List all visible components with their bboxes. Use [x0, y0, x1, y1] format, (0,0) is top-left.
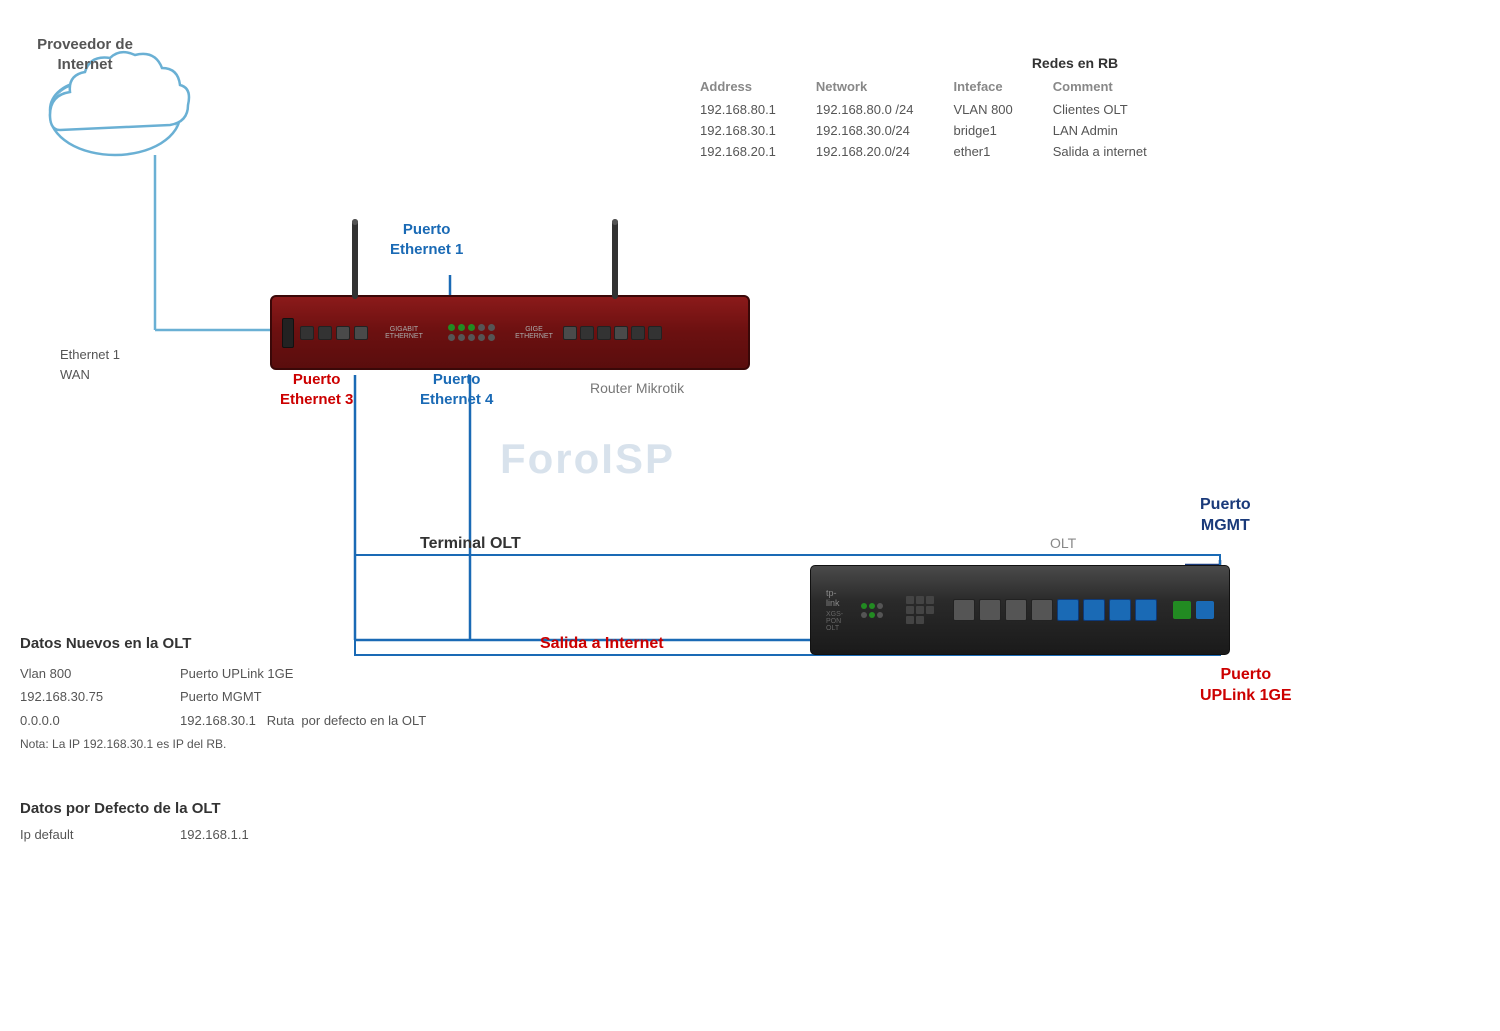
foro-isp-watermark: ForoISP [500, 435, 675, 483]
olt-model-text: XGS-PON OLT [826, 611, 843, 632]
olt-sfp-blue-4 [1135, 599, 1157, 621]
olt-led-off-2 [861, 612, 867, 618]
label-puerto-mgmt: PuertoMGMT [1200, 495, 1251, 537]
olt-sp-1 [906, 596, 914, 604]
redes-rb-col-interface: Inteface VLAN 800bridge1ether1 [954, 79, 1013, 162]
redes-rb-section: Redes en RB Address 192.168.80.1192.168.… [700, 55, 1450, 162]
olt-sfp-blue-3 [1109, 599, 1131, 621]
olt-sp-5 [916, 606, 924, 614]
olt-sfp-blue-1 [1057, 599, 1079, 621]
label-puerto-uplink: PuertoUPLink 1GE [1200, 665, 1292, 707]
olt-led-row2 [861, 612, 883, 618]
olt-sp-3 [926, 596, 934, 604]
router-ports-left [300, 326, 368, 340]
router-led-9 [478, 334, 485, 341]
label-terminal-olt: Terminal OLT [420, 535, 521, 553]
router-led-2 [458, 324, 465, 331]
router-port-r1 [563, 326, 577, 340]
olt-led-green-2 [869, 603, 875, 609]
olt-sfp-2 [979, 599, 1001, 621]
redes-rb-col-address: Address 192.168.80.1192.168.30.1192.168.… [700, 79, 776, 162]
router-sfp-slot [282, 318, 294, 348]
router-led-6 [448, 334, 455, 341]
diagram-container: Proveedor de Internet Redes en RB Addres… [0, 0, 1500, 1031]
router-port-4 [354, 326, 368, 340]
label-olt: OLT [1050, 535, 1076, 551]
cloud-label: Proveedor de Internet [10, 35, 160, 74]
olt-device: tp-link XGS-PON OLT [810, 565, 1230, 655]
olt-sfp-blue-2 [1083, 599, 1105, 621]
router-leds [448, 324, 495, 341]
router-ports-right: GIGE ETHERNET [509, 326, 662, 340]
router-mikrotik-device: GIGABIT ETHERNET GIGE ETHERNET [270, 295, 750, 370]
datos-defecto-value: 192.168.1.1 [180, 827, 249, 842]
router-led-5 [488, 324, 495, 331]
router-led-3 [468, 324, 475, 331]
redes-rb-col-comment: Comment Clientes OLTLAN AdminSalida a in… [1053, 79, 1147, 162]
olt-led-green-1 [861, 603, 867, 609]
label-ethernet1-wan: Ethernet 1 WAN [60, 345, 120, 384]
redes-rb-title: Redes en RB [700, 55, 1450, 71]
olt-sfp-3 [1005, 599, 1027, 621]
router-gigabit-label: GIGABIT ETHERNET [374, 326, 434, 340]
olt-sp-8 [916, 616, 924, 624]
router-port-3 [336, 326, 350, 340]
router-led-1 [448, 324, 455, 331]
datos-nuevos-content: Vlan 800 192.168.30.75 0.0.0.0 Puerto UP… [20, 662, 570, 732]
router-led-row-2 [448, 334, 495, 341]
router-gige-label2: GIGE ETHERNET [509, 326, 559, 340]
router-antenna-left [352, 219, 358, 299]
olt-sp-2 [916, 596, 924, 604]
router-led-10 [488, 334, 495, 341]
router-port-r2 [580, 326, 594, 340]
datos-nuevos-keys: Vlan 800 192.168.30.75 0.0.0.0 [20, 662, 180, 732]
router-port-r3 [597, 326, 611, 340]
router-port-r5 [631, 326, 645, 340]
label-puerto-eth4: PuertoEthernet 4 [420, 370, 493, 409]
router-port-1 [300, 326, 314, 340]
olt-led-green-3 [869, 612, 875, 618]
datos-defecto-section: Datos por Defecto de la OLT Ip default 1… [20, 800, 420, 842]
router-port-r4 [614, 326, 628, 340]
label-router-mikrotik: Router Mikrotik [590, 380, 684, 396]
olt-brand-section: tp-link XGS-PON OLT [826, 588, 843, 632]
datos-nuevos-nota: Nota: La IP 192.168.30.1 es IP del RB. [20, 737, 570, 751]
router-led-8 [468, 334, 475, 341]
router-led-4 [478, 324, 485, 331]
olt-sp-7 [906, 616, 914, 624]
olt-sfp-4 [1031, 599, 1053, 621]
olt-led-off-1 [877, 603, 883, 609]
redes-rb-table: Address 192.168.80.1192.168.30.1192.168.… [700, 79, 1450, 162]
olt-rj45-blue-mgmt [1196, 601, 1214, 619]
olt-led-off-3 [877, 612, 883, 618]
router-port-2 [318, 326, 332, 340]
datos-nuevos-values: Puerto UPLink 1GE Puerto MGMT 192.168.30… [180, 662, 426, 732]
router-port-group-right [563, 326, 662, 340]
olt-sfp-ports [953, 599, 1157, 621]
datos-nuevos-title: Datos Nuevos en la OLT [20, 635, 570, 652]
olt-brand-text: tp-link [826, 588, 843, 608]
router-led-7 [458, 334, 465, 341]
label-puerto-eth1: PuertoEthernet 1 [390, 220, 463, 259]
olt-sp-4 [906, 606, 914, 614]
router-antenna-right [612, 219, 618, 299]
olt-led-row1 [861, 603, 883, 609]
datos-nuevos-section: Datos Nuevos en la OLT Vlan 800 192.168.… [20, 635, 570, 751]
olt-led-indicators [861, 603, 883, 618]
datos-defecto-title: Datos por Defecto de la OLT [20, 800, 420, 817]
olt-rj45-green-1 [1173, 601, 1191, 619]
olt-sfp-1 [953, 599, 975, 621]
olt-rj45-ports [1173, 601, 1214, 619]
datos-defecto-content: Ip default 192.168.1.1 [20, 827, 420, 842]
label-puerto-eth3: PuertoEthernet 3 [280, 370, 353, 409]
router-port-r6 [648, 326, 662, 340]
datos-defecto-key: Ip default [20, 827, 180, 842]
olt-small-ports [906, 596, 935, 624]
redes-rb-col-network: Network 192.168.80.0 /24192.168.30.0/241… [816, 79, 914, 162]
router-led-row-1 [448, 324, 495, 331]
olt-sp-6 [926, 606, 934, 614]
